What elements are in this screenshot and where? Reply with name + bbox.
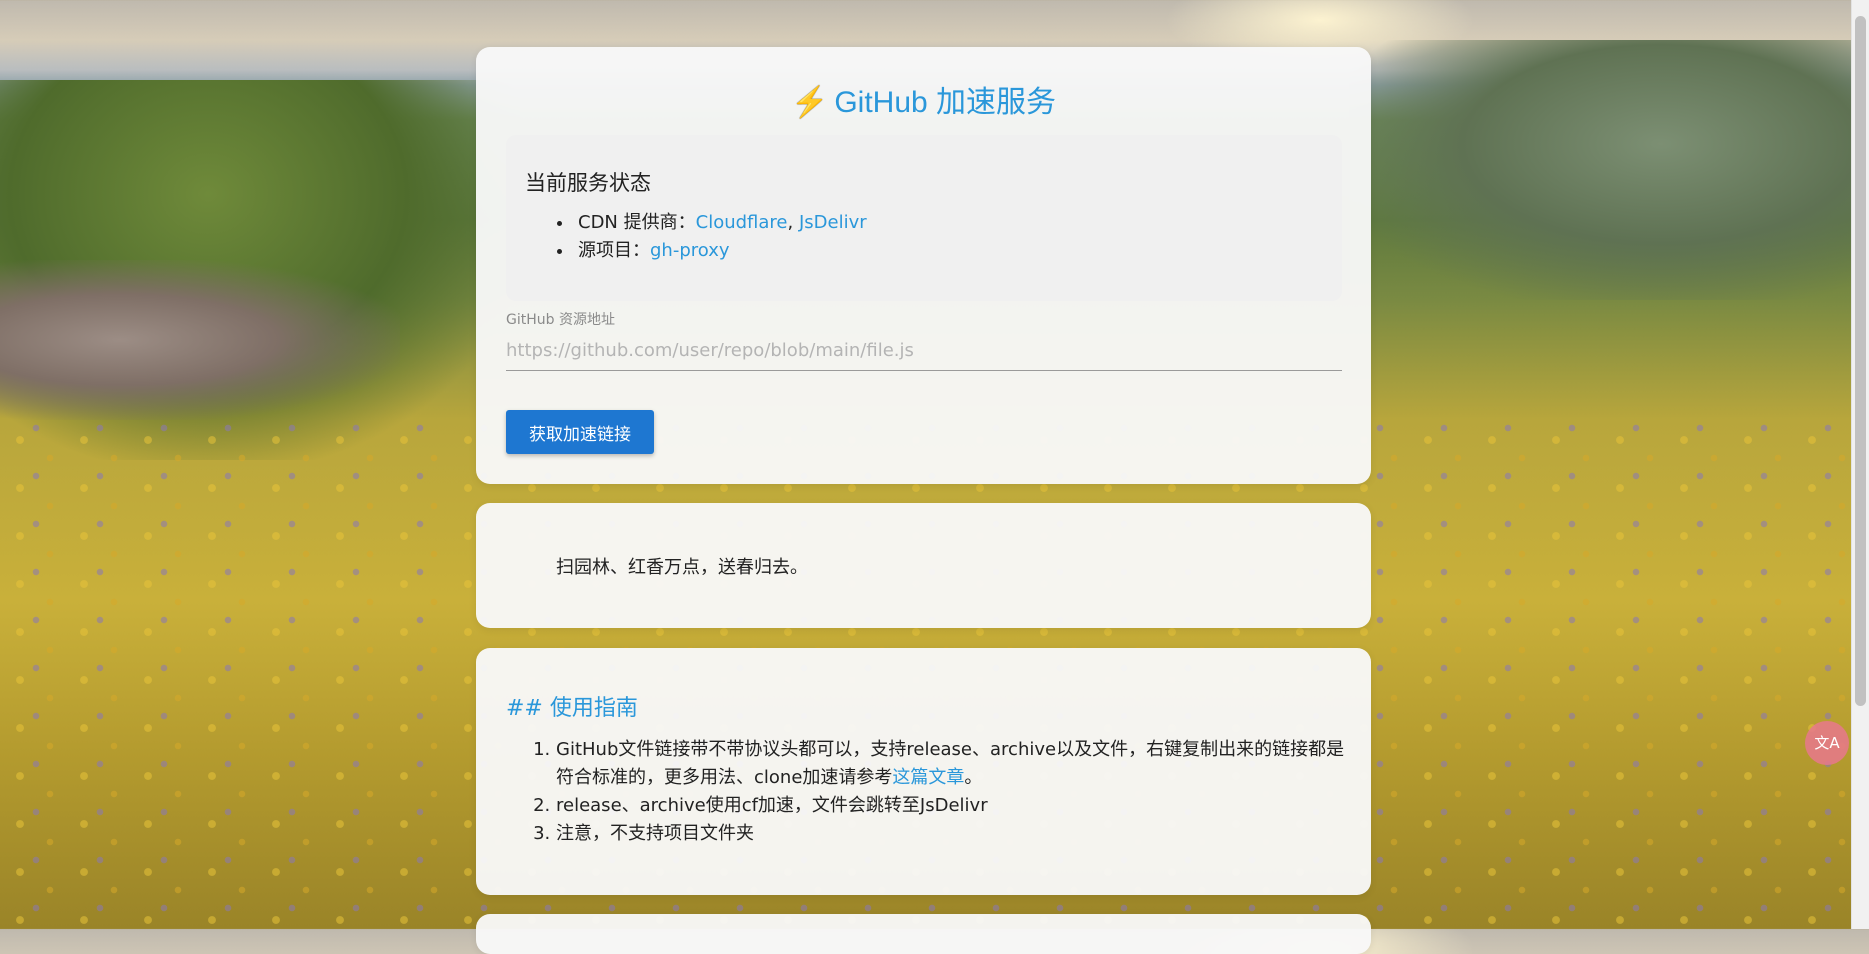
- translate-icon[interactable]: 文A: [1805, 721, 1849, 765]
- page-title-text: GitHub 加速服务: [834, 86, 1057, 119]
- quote-text: 扫园林、红香万点，送春归去。: [556, 557, 808, 578]
- scrollbar-thumb[interactable]: [1855, 16, 1866, 706]
- main-card: ⚡GitHub 加速服务 当前服务状态 CDN 提供商：Cloudflare, …: [476, 47, 1371, 484]
- status-item-cdn: CDN 提供商：Cloudflare, JsDelivr: [574, 209, 867, 237]
- article-link[interactable]: 这篇文章: [892, 767, 964, 788]
- quote-card: 扫园林、红香万点，送春归去。: [476, 503, 1371, 628]
- background-hill-right: [1349, 40, 1869, 300]
- cdn-separator: ,: [787, 212, 799, 233]
- background-rock: [0, 260, 400, 420]
- status-list: CDN 提供商：Cloudflare, JsDelivr 源项目：gh-prox…: [556, 209, 867, 265]
- next-card: [476, 914, 1371, 954]
- source-label: 源项目：: [578, 240, 650, 261]
- service-status-panel: 当前服务状态 CDN 提供商：Cloudflare, JsDelivr 源项目：…: [506, 135, 1342, 301]
- status-heading: 当前服务状态: [525, 171, 651, 195]
- jsdelivr-link[interactable]: JsDelivr: [799, 212, 867, 233]
- cloudflare-link[interactable]: Cloudflare: [696, 212, 788, 233]
- status-item-source: 源项目：gh-proxy: [574, 237, 867, 265]
- get-accelerated-link-button[interactable]: 获取加速链接: [506, 410, 654, 454]
- scrollbar[interactable]: [1851, 0, 1869, 929]
- url-field-label: GitHub 资源地址: [506, 312, 615, 328]
- gh-proxy-link[interactable]: gh-proxy: [650, 240, 730, 261]
- guide-item: release、archive使用cf加速，文件会跳转至JsDelivr: [556, 792, 1356, 820]
- page-title: ⚡ GitHub 加速服务: [476, 77, 1371, 121]
- lightning-icon: ⚡: [790, 86, 829, 119]
- github-url-input[interactable]: [506, 331, 1342, 371]
- cdn-label: CDN 提供商：: [578, 212, 696, 233]
- guide-item: 注意，不支持项目文件夹: [556, 820, 1356, 848]
- guide-item: GitHub文件链接带不带协议头都可以，支持release、archive以及文…: [556, 736, 1356, 792]
- guide-card: ## 使用指南 GitHub文件链接带不带协议头都可以，支持release、ar…: [476, 648, 1371, 895]
- guide-heading: ## 使用指南: [506, 696, 638, 721]
- guide-list: GitHub文件链接带不带协议头都可以，支持release、archive以及文…: [526, 736, 1356, 848]
